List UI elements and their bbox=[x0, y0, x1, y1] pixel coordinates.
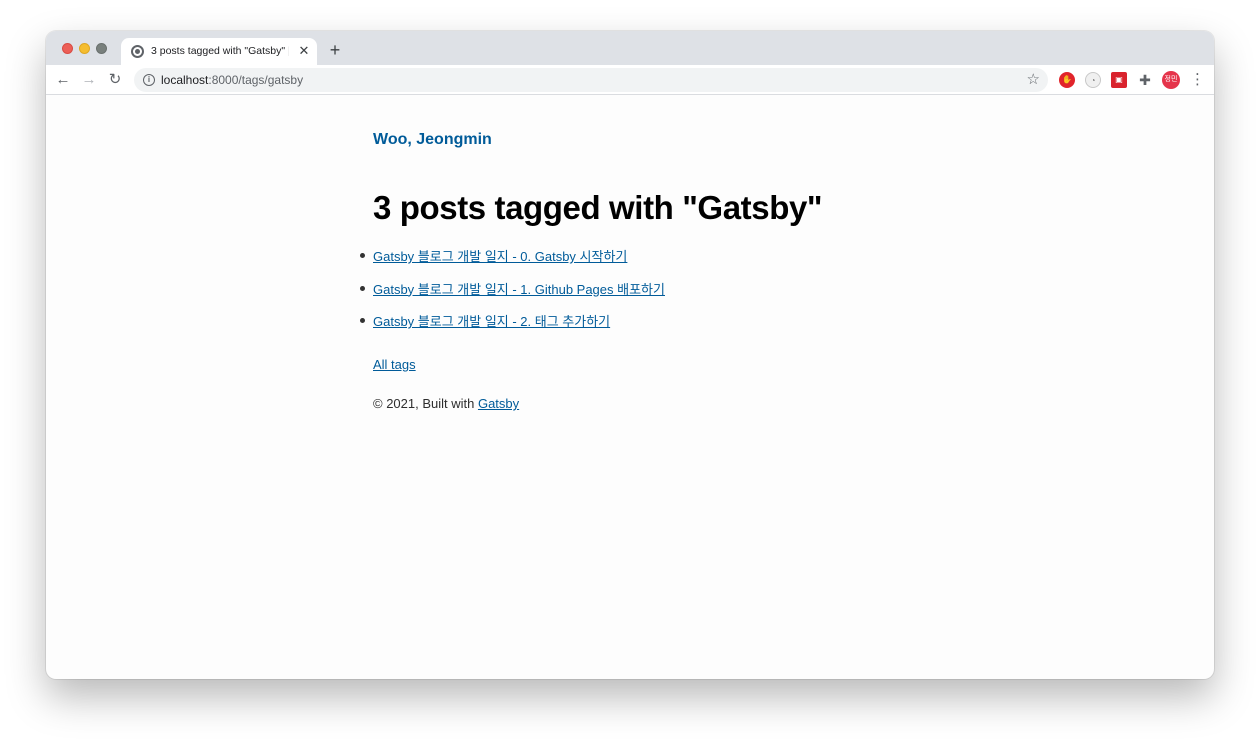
bookmark-star-icon[interactable]: ☆ bbox=[1027, 70, 1040, 88]
new-tab-button[interactable]: + bbox=[325, 40, 345, 60]
back-button[interactable]: ← bbox=[53, 70, 73, 90]
tab-close-icon[interactable]: ✕ bbox=[296, 43, 312, 59]
browser-menu-icon[interactable]: ⋮ bbox=[1190, 70, 1205, 90]
browser-tab[interactable]: 3 posts tagged with "Gatsby" | W ✕ bbox=[121, 38, 317, 65]
forward-button[interactable]: → bbox=[79, 70, 99, 90]
site-info-icon[interactable]: i bbox=[143, 74, 155, 86]
list-item: Gatsby 블로그 개발 일지 - 2. 태그 추가하기 bbox=[360, 311, 665, 344]
gatsby-link[interactable]: Gatsby bbox=[478, 396, 519, 411]
post-link[interactable]: Gatsby 블로그 개발 일지 - 2. 태그 추가하기 bbox=[373, 314, 610, 329]
zoom-window-button[interactable] bbox=[96, 43, 107, 54]
extensions-icon[interactable]: ✚ bbox=[1137, 72, 1153, 88]
footer: © 2021, Built with Gatsby bbox=[373, 396, 519, 411]
page-title: 3 posts tagged with "Gatsby" bbox=[373, 189, 823, 226]
adblock-icon[interactable]: ✋ bbox=[1059, 72, 1075, 88]
post-link[interactable]: Gatsby 블로그 개발 일지 - 0. Gatsby 시작하기 bbox=[373, 249, 627, 264]
close-window-button[interactable] bbox=[62, 43, 73, 54]
profile-avatar[interactable]: 정민 bbox=[1162, 71, 1180, 89]
browser-toolbar: ← → ↻ i localhost:8000/tags/gatsby ☆ ✋ ◔… bbox=[46, 65, 1214, 95]
url-text[interactable]: localhost:8000/tags/gatsby bbox=[161, 73, 303, 87]
all-tags-link[interactable]: All tags bbox=[373, 357, 416, 372]
puzzle-ext-icon[interactable]: ◔ bbox=[1085, 72, 1101, 88]
browser-titlebar: 3 posts tagged with "Gatsby" | W ✕ + bbox=[46, 31, 1214, 65]
url-host: localhost bbox=[161, 73, 209, 87]
reload-button[interactable]: ↻ bbox=[105, 70, 125, 90]
url-path: :8000/tags/gatsby bbox=[208, 73, 304, 87]
gatsby-favicon-icon bbox=[131, 45, 144, 58]
list-item: Gatsby 블로그 개발 일지 - 0. Gatsby 시작하기 bbox=[360, 246, 665, 279]
post-link[interactable]: Gatsby 블로그 개발 일지 - 1. Github Pages 배포하기 bbox=[373, 282, 665, 297]
address-bar[interactable]: i localhost:8000/tags/gatsby ☆ bbox=[134, 68, 1048, 92]
site-title-link[interactable]: Woo, Jeongmin bbox=[373, 131, 492, 149]
tab-title: 3 posts tagged with "Gatsby" | W bbox=[151, 45, 289, 57]
list-item: Gatsby 블로그 개발 일지 - 1. Github Pages 배포하기 bbox=[360, 279, 665, 312]
minimize-window-button[interactable] bbox=[79, 43, 90, 54]
post-list: Gatsby 블로그 개발 일지 - 0. Gatsby 시작하기 Gatsby… bbox=[360, 246, 665, 344]
footer-text: © 2021, Built with bbox=[373, 396, 478, 411]
red-square-ext-icon[interactable]: ▣ bbox=[1111, 72, 1127, 88]
browser-window: 3 posts tagged with "Gatsby" | W ✕ + ← →… bbox=[46, 31, 1214, 679]
page-content: Woo, Jeongmin 3 posts tagged with "Gatsb… bbox=[46, 96, 1214, 679]
